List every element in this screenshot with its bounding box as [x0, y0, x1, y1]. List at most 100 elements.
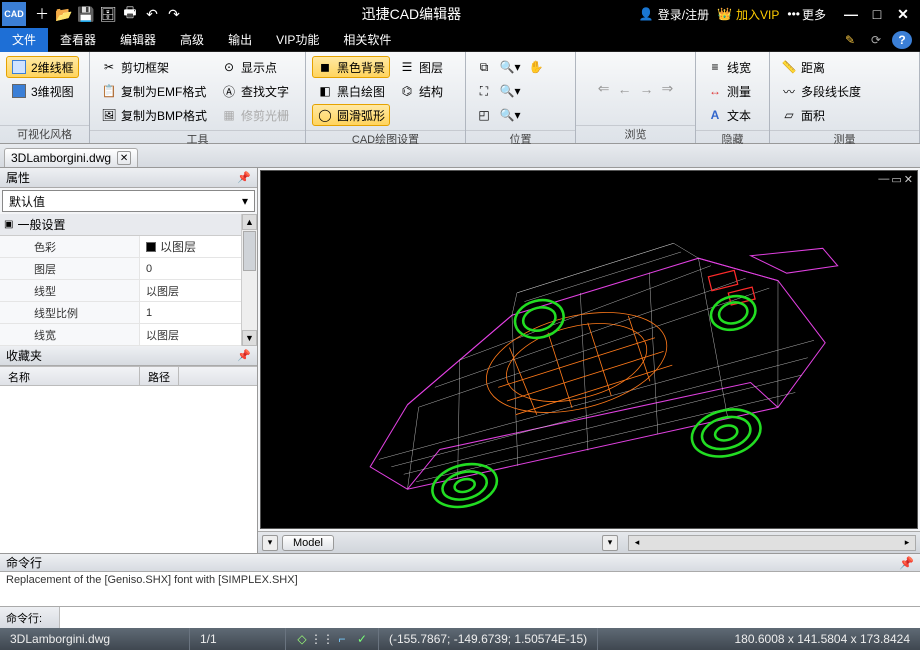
trim-raster-button: ▦修剪光栅: [216, 104, 294, 126]
saveall-icon[interactable]: 🗄: [98, 4, 118, 24]
fav-col-path[interactable]: 路径: [140, 367, 179, 385]
label: 3维视图: [31, 83, 74, 100]
prop-row-layer[interactable]: 图层0: [0, 258, 241, 280]
label: 结构: [419, 83, 443, 100]
prop-key: 线型: [0, 280, 140, 301]
print-icon[interactable]: 🖶: [120, 4, 140, 24]
new-icon[interactable]: ＋: [32, 4, 52, 24]
3d-view-button[interactable]: 3维视图: [6, 80, 79, 102]
clip-frame-button[interactable]: ✂剪切框架: [96, 56, 212, 78]
view-max-icon[interactable]: ▭: [891, 173, 901, 186]
prop-row-lineweight[interactable]: 线宽以图层: [0, 324, 241, 346]
vip-label: 加入VIP: [736, 6, 779, 23]
black-bg-button[interactable]: ◼黑色背景: [312, 56, 390, 78]
open-icon[interactable]: 📂: [54, 4, 74, 24]
redo-icon[interactable]: ↷: [164, 4, 184, 24]
more-button[interactable]: ••• 更多: [787, 6, 826, 23]
tab-advanced[interactable]: 高级: [168, 28, 216, 52]
tab-editor[interactable]: 编辑器: [108, 28, 168, 52]
prop-key: 色彩: [0, 236, 140, 257]
prop-scrollbar[interactable]: ▲ ▼: [241, 214, 257, 346]
tab-viewer[interactable]: 查看器: [48, 28, 108, 52]
area-button[interactable]: ▱面积: [776, 104, 866, 126]
command-input[interactable]: [60, 607, 920, 628]
layers-button[interactable]: ☰图层: [394, 56, 448, 78]
tab-vip[interactable]: VIP功能: [264, 28, 331, 52]
fit-icon[interactable]: ◰: [472, 104, 496, 126]
measure-button[interactable]: ↔测量: [702, 80, 756, 102]
scroll-thumb[interactable]: [243, 231, 256, 271]
pin-icon[interactable]: 📌: [237, 171, 251, 184]
smooth-arc-button[interactable]: ◯圆滑弧形: [312, 104, 390, 126]
copy-emf-button[interactable]: 📋复制为EMF格式: [96, 80, 212, 102]
tab-output[interactable]: 输出: [216, 28, 264, 52]
structure-button[interactable]: ⌬结构: [394, 80, 448, 102]
zoom-scale-icon[interactable]: 🔍▾: [498, 104, 522, 126]
minimize-button[interactable]: —: [840, 5, 862, 23]
pin-icon[interactable]: 📌: [899, 556, 914, 570]
find-text-button[interactable]: Ⓐ查找文字: [216, 80, 294, 102]
tab-related[interactable]: 相关软件: [331, 28, 403, 52]
maximize-button[interactable]: □: [866, 5, 888, 23]
menu-bar: 文件 查看器 编辑器 高级 输出 VIP功能 相关软件 ✎ ⟳ ?: [0, 28, 920, 52]
save-icon[interactable]: 💾: [76, 4, 96, 24]
prop-section-general[interactable]: 一般设置: [0, 214, 241, 236]
text-button[interactable]: A文本: [702, 104, 756, 126]
close-button[interactable]: ✕: [892, 5, 914, 23]
scroll-down-icon[interactable]: ▼: [242, 330, 257, 346]
status-filename: 3DLamborgini.dwg: [0, 628, 190, 650]
undo-icon[interactable]: ↶: [142, 4, 162, 24]
default-dropdown[interactable]: 默认值 ▾: [2, 190, 255, 212]
ortho-icon[interactable]: ⌐: [334, 631, 350, 647]
login-button[interactable]: 👤 登录/注册: [639, 6, 709, 23]
copy-bmp-button[interactable]: 🖼复制为BMP格式: [96, 104, 212, 126]
viewport[interactable]: — ▭ ✕: [260, 170, 918, 529]
show-points-button[interactable]: ⊙显示点: [216, 56, 294, 78]
vip-button[interactable]: 👑 加入VIP: [717, 6, 779, 23]
2d-wireframe-button[interactable]: 2维线框: [6, 56, 79, 78]
horizontal-scrollbar[interactable]: ◂▸: [628, 535, 916, 551]
nav-first-icon[interactable]: ⇐: [595, 80, 613, 97]
pan-icon[interactable]: ✋: [524, 56, 548, 78]
zoom-out-icon[interactable]: 🔍▾: [498, 80, 522, 102]
refresh-icon[interactable]: ⟳: [866, 31, 886, 49]
grid-icon[interactable]: ⋮⋮: [314, 631, 330, 647]
viewtab-menu-icon[interactable]: ▾: [262, 535, 278, 551]
prop-row-scale[interactable]: 线型比例1: [0, 302, 241, 324]
prop-row-linetype[interactable]: 线型以图层: [0, 280, 241, 302]
prop-value: 以图层: [140, 324, 241, 345]
zoom-window-icon[interactable]: ⧉: [472, 56, 496, 78]
view-close-icon[interactable]: ✕: [904, 173, 913, 186]
zoom-extents-icon[interactable]: ⛶: [472, 80, 496, 102]
model-tab[interactable]: Model: [282, 535, 334, 551]
nav-prev-icon[interactable]: ←: [615, 81, 635, 97]
zoom-in-icon[interactable]: 🔍▾: [498, 56, 522, 78]
label: 复制为EMF格式: [121, 83, 206, 100]
scroll-up-icon[interactable]: ▲: [242, 214, 257, 230]
fav-col-name[interactable]: 名称: [0, 367, 140, 385]
polyline-len-button[interactable]: 〰多段线长度: [776, 80, 866, 102]
tab-file[interactable]: 文件: [0, 28, 48, 52]
nav-last-icon[interactable]: ⇒: [659, 80, 677, 97]
pin-icon[interactable]: 📌: [237, 349, 251, 362]
group-label: 可视化风格: [0, 125, 89, 143]
label: 图层: [419, 59, 443, 76]
prop-row-color[interactable]: 色彩以图层: [0, 236, 241, 258]
close-tab-icon[interactable]: ✕: [117, 151, 131, 165]
document-tab[interactable]: 3DLamborgini.dwg ✕: [4, 148, 138, 167]
view-min-icon[interactable]: —: [878, 173, 889, 186]
help-icon[interactable]: ?: [892, 31, 912, 49]
prop-key: 线宽: [0, 324, 140, 345]
bw-draw-button[interactable]: ◧黑白绘图: [312, 80, 390, 102]
nav-next-icon[interactable]: →: [637, 81, 657, 97]
feedback-icon[interactable]: ✎: [840, 31, 860, 49]
linewidth-button[interactable]: ≡线宽: [702, 56, 756, 78]
label: 显示点: [241, 59, 277, 76]
distance-button[interactable]: 📏距离: [776, 56, 866, 78]
label: 2维线框: [31, 59, 74, 76]
polar-icon[interactable]: ✓: [354, 631, 370, 647]
label: 面积: [801, 107, 825, 124]
viewtab-dropdown-icon[interactable]: ▾: [602, 535, 618, 551]
snap-icon[interactable]: ◇: [294, 631, 310, 647]
status-coords: (-155.7867; -149.6739; 1.50574E-15): [379, 628, 598, 650]
